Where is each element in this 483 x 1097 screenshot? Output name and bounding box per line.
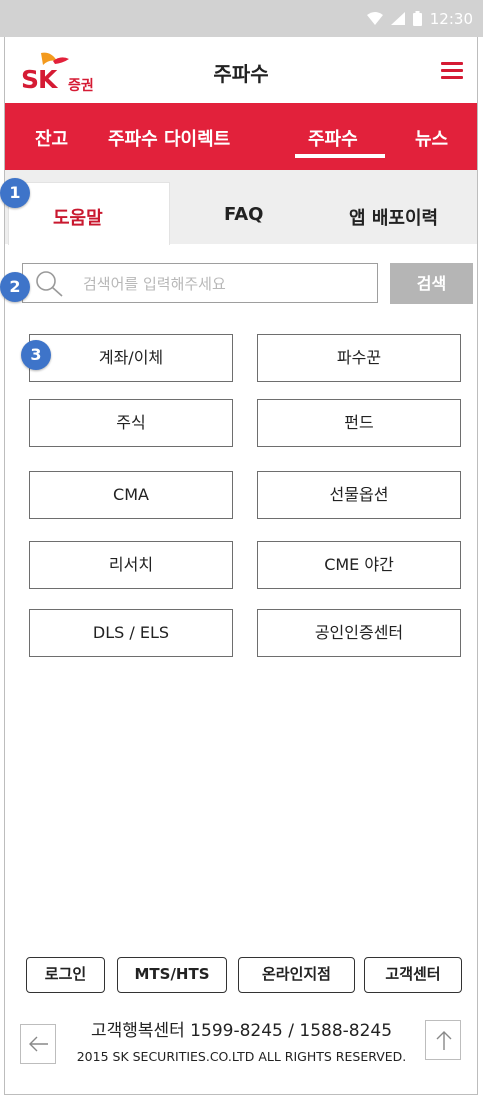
status-bar: 12:30 (0, 0, 483, 37)
back-arrow-button[interactable] (20, 1024, 56, 1064)
search-box (22, 263, 378, 303)
category-cme-night[interactable]: CME 야간 (257, 541, 461, 589)
step-badge-3: 3 (21, 340, 51, 370)
tab-faq[interactable]: FAQ (224, 204, 263, 225)
step-badge-1: 1 (0, 178, 30, 208)
nav-item-balance[interactable]: 잔고 (35, 125, 68, 151)
customer-hotline: 고객행복센터 1599-8245 / 1588-8245 (0, 1016, 483, 1041)
category-certificate-center[interactable]: 공인인증센터 (257, 609, 461, 657)
login-button[interactable]: 로그인 (26, 957, 105, 993)
nav-active-indicator (295, 154, 385, 158)
search-input[interactable] (81, 271, 365, 297)
page-title: 주파수 (5, 58, 477, 87)
battery-icon (413, 11, 422, 26)
category-dls-els[interactable]: DLS / ELS (29, 609, 233, 657)
nav-item-direct[interactable]: 주파수 다이렉트 (108, 125, 230, 151)
search-button[interactable]: 검색 (390, 263, 473, 304)
wifi-icon (367, 12, 383, 25)
copyright: 2015 SK SECURITIES.CO.LTD ALL RIGHTS RES… (0, 1049, 483, 1064)
category-fund[interactable]: 펀드 (257, 399, 461, 447)
signal-icon (391, 12, 405, 25)
category-account-transfer[interactable]: 계좌/이체 (29, 334, 233, 382)
category-futures-options[interactable]: 선물옵션 (257, 471, 461, 519)
category-cma[interactable]: CMA (29, 471, 233, 519)
app-header: SK 증권 주파수 (5, 37, 477, 103)
search-icon (35, 270, 65, 302)
clock: 12:30 (430, 10, 473, 28)
tab-help[interactable]: 도움말 (53, 204, 103, 230)
category-pasukkun[interactable]: 파수꾼 (257, 334, 461, 382)
customer-center-button[interactable]: 고객센터 (364, 957, 462, 993)
scroll-top-button[interactable] (425, 1020, 461, 1060)
tab-release-history[interactable]: 앱 배포이력 (349, 204, 438, 230)
category-research[interactable]: 리서치 (29, 541, 233, 589)
mts-hts-button[interactable]: MTS/HTS (117, 957, 227, 993)
nav-item-news[interactable]: 뉴스 (415, 125, 448, 151)
online-branch-button[interactable]: 온라인지점 (238, 957, 355, 993)
step-badge-2: 2 (0, 272, 30, 302)
category-stock[interactable]: 주식 (29, 399, 233, 447)
nav-item-jupasu[interactable]: 주파수 (308, 125, 358, 151)
main-nav: 잔고 주파수 다이렉트 주파수 뉴스 (5, 103, 477, 170)
hamburger-menu-icon[interactable] (441, 62, 463, 79)
sub-tabs: 도움말 FAQ 앱 배포이력 (5, 170, 477, 244)
